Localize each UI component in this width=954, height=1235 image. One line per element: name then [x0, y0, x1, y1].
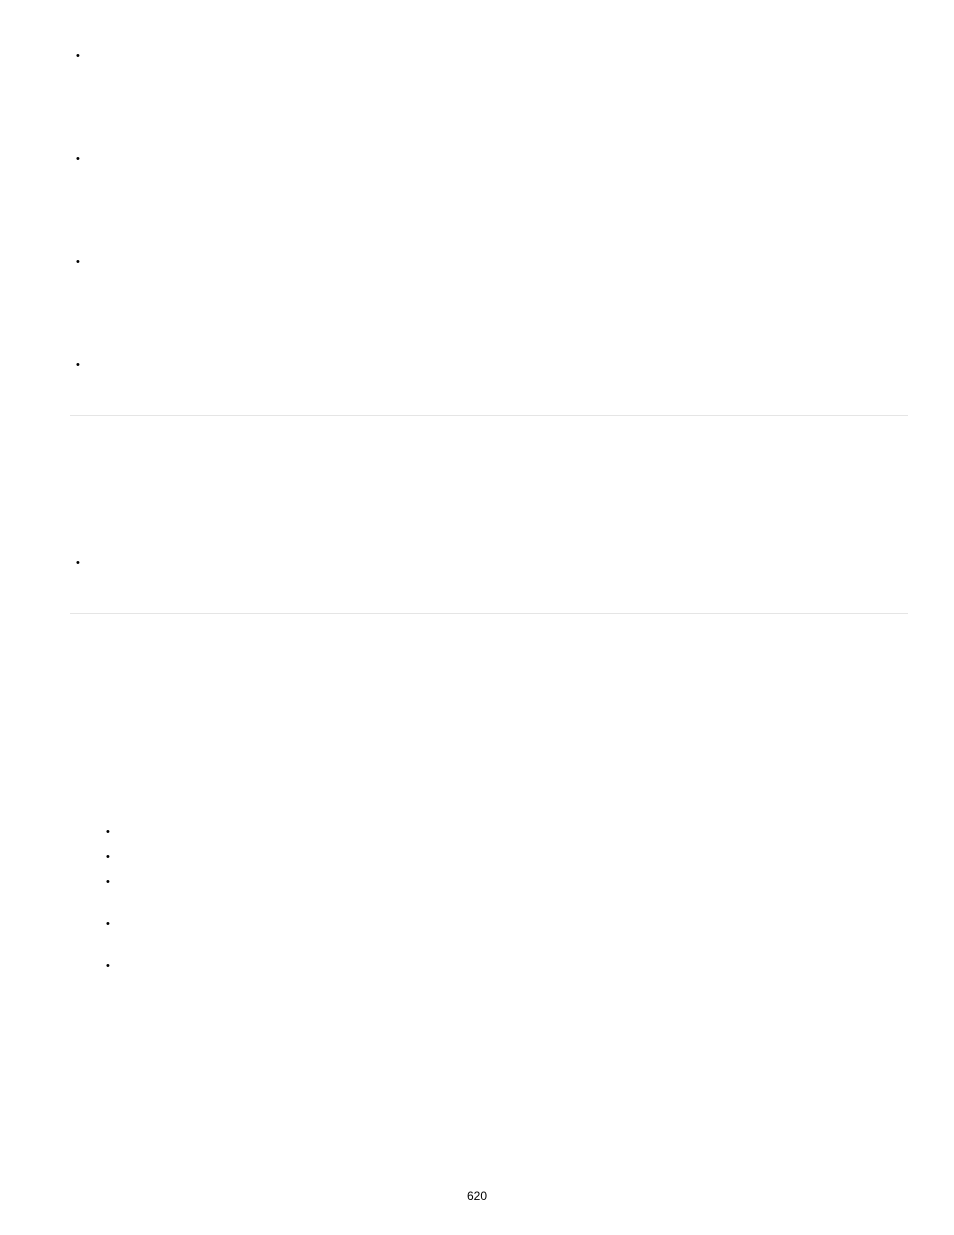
bullet-list-2: [70, 557, 908, 577]
list-item: [80, 557, 908, 577]
list-item: [110, 960, 908, 978]
section-2: [70, 416, 908, 577]
list-item: [80, 359, 908, 379]
page-content: [0, 0, 954, 978]
list-item: [110, 876, 908, 894]
page-number: 620: [0, 1189, 954, 1203]
list-item: [80, 50, 908, 70]
bullet-list-1: [70, 50, 908, 379]
list-item: [110, 918, 908, 936]
list-item: [110, 826, 908, 844]
list-item: [80, 153, 908, 173]
section-1: [70, 42, 908, 379]
bullet-list-3: [100, 826, 908, 978]
list-item: [110, 851, 908, 869]
section-3: [70, 614, 908, 978]
list-item: [80, 256, 908, 276]
